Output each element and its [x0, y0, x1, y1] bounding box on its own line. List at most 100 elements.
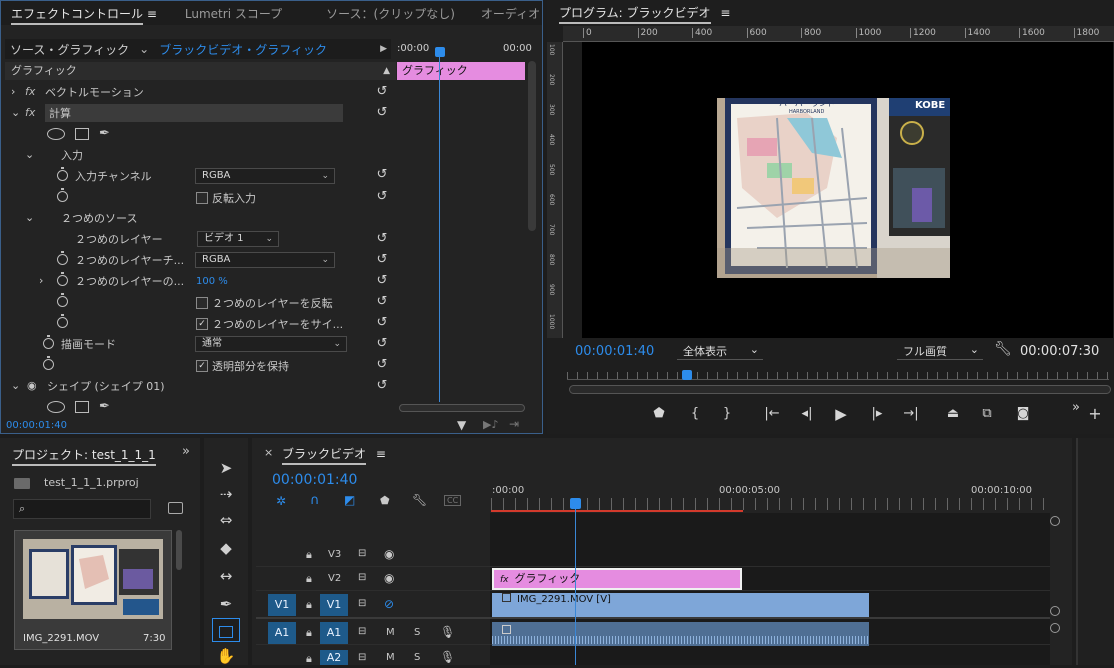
- second-layer-dropdown[interactable]: ビデオ 1 ⌄: [197, 231, 279, 247]
- scrub-playhead[interactable]: [682, 370, 692, 380]
- chevron-right-icon[interactable]: ›: [11, 85, 25, 98]
- play-icon[interactable]: ▶: [831, 404, 851, 424]
- chevron-down-icon[interactable]: ⌄: [11, 106, 25, 119]
- timeline-playhead-marker[interactable]: [570, 498, 581, 509]
- rectangle-mask-icon[interactable]: [75, 400, 89, 413]
- stopwatch-icon[interactable]: [57, 188, 68, 202]
- shape-row[interactable]: ⌄ ◉ シェイプ (シェイプ 01): [11, 375, 165, 396]
- video-clip[interactable]: IMG_2291.MOV [V]: [492, 593, 869, 617]
- microphone-icon[interactable]: 🎙︎: [440, 650, 455, 664]
- reset-icon[interactable]: ↺: [375, 232, 389, 246]
- vertical-zoom-top[interactable]: [1050, 516, 1060, 526]
- chevron-down-icon[interactable]: ⌄: [11, 379, 27, 392]
- insert-sequence-icon[interactable]: ◩: [344, 493, 355, 507]
- tab-source[interactable]: ソース：(クリップなし): [316, 5, 465, 22]
- audio-clip[interactable]: [492, 622, 869, 646]
- razor-tool-icon[interactable]: ◆: [212, 536, 240, 560]
- new-bin-icon[interactable]: [168, 502, 183, 514]
- mark-out-icon[interactable]: }: [717, 404, 737, 424]
- graphic-clip[interactable]: fx グラフィック: [492, 568, 742, 590]
- step-back-icon[interactable]: ◂|: [797, 404, 817, 424]
- rectangle-tool-icon[interactable]: [212, 618, 240, 642]
- add-marker-icon[interactable]: ⬟: [380, 494, 390, 507]
- reset-icon[interactable]: ↺: [375, 168, 389, 182]
- scrub-ruler[interactable]: [567, 372, 1109, 380]
- ec-playhead-marker[interactable]: [435, 47, 445, 57]
- reset-icon[interactable]: ↺: [375, 85, 389, 99]
- solo-button[interactable]: S: [414, 627, 420, 638]
- track-target-a1[interactable]: A1: [320, 622, 348, 644]
- timeline-timecode[interactable]: 00:00:01:40: [272, 472, 357, 488]
- sync-lock-icon[interactable]: ⊟: [358, 652, 366, 663]
- step-forward-icon[interactable]: |▸: [867, 404, 887, 424]
- invert-input-checkbox[interactable]: 反転入力: [196, 187, 256, 208]
- panel-menu-icon[interactable]: ≡: [376, 447, 386, 461]
- eye-hidden-icon[interactable]: ⊘: [384, 597, 394, 611]
- reset-icon[interactable]: ↺: [375, 253, 389, 267]
- collapse-icon[interactable]: ▲: [383, 62, 390, 80]
- mute-button[interactable]: M: [386, 627, 395, 638]
- timeline-wrench-icon[interactable]: 🔧︎: [412, 493, 427, 507]
- chevron-down-icon[interactable]: ⌄: [25, 148, 61, 161]
- reset-icon[interactable]: ↺: [375, 295, 389, 309]
- fit-dropdown[interactable]: 全体表示 ⌄: [677, 343, 763, 360]
- eye-icon[interactable]: ◉: [27, 379, 47, 392]
- eye-icon[interactable]: ◉: [384, 571, 394, 585]
- export-icon[interactable]: ⇥: [509, 417, 519, 431]
- export-frame-camera-icon[interactable]: ◙: [1013, 404, 1033, 424]
- checkbox-checked-icon[interactable]: ✓: [196, 317, 208, 330]
- reset-icon[interactable]: ↺: [375, 337, 389, 351]
- play-triangle-icon[interactable]: ▶: [380, 44, 387, 54]
- invert-second-checkbox[interactable]: ２つめのレイヤーを反転: [196, 292, 333, 313]
- vertical-zoom-bottom[interactable]: [1050, 623, 1060, 633]
- program-timecode[interactable]: 00:00:01:40: [575, 344, 654, 359]
- track-target-a2[interactable]: A2: [320, 650, 348, 665]
- sync-lock-icon[interactable]: ⊟: [358, 572, 366, 583]
- go-to-in-icon[interactable]: |←: [762, 404, 782, 424]
- preserve-alpha-checkbox[interactable]: ✓ 透明部分を保持: [196, 355, 289, 376]
- ellipse-mask-icon[interactable]: [47, 127, 65, 140]
- checkbox-icon[interactable]: [196, 191, 208, 204]
- calc-row[interactable]: ⌄ fx 計算: [11, 102, 343, 123]
- ec-clip-bar[interactable]: グラフィック: [397, 62, 525, 80]
- clip-thumbnail-card[interactable]: IMG_2291.MOV 7:30: [14, 530, 172, 650]
- lock-icon[interactable]: 🔒︎: [306, 626, 312, 640]
- stopwatch-icon[interactable]: [43, 356, 54, 370]
- reset-icon[interactable]: ↺: [375, 316, 389, 330]
- button-editor-plus-icon[interactable]: +: [1085, 404, 1105, 424]
- panel-menu-icon[interactable]: ≡: [720, 6, 730, 20]
- extract-icon[interactable]: ⧉: [977, 404, 997, 424]
- reset-icon[interactable]: ↺: [375, 379, 389, 393]
- ellipse-mask-icon[interactable]: [47, 400, 65, 413]
- pen-mask-icon[interactable]: ✒: [99, 399, 110, 414]
- captions-icon[interactable]: CC: [444, 495, 462, 506]
- wrench-icon[interactable]: 🔧︎: [994, 341, 1012, 357]
- hand-tool-icon[interactable]: ✋: [212, 644, 240, 668]
- lock-icon[interactable]: 🔒︎: [306, 598, 312, 612]
- project-scrollbar[interactable]: [176, 530, 182, 570]
- snap-icon[interactable]: ✲: [276, 494, 286, 508]
- checkbox-icon[interactable]: [196, 296, 208, 309]
- reset-icon[interactable]: ↺: [375, 190, 389, 204]
- input-channel-dropdown[interactable]: RGBA ⌄: [195, 168, 335, 184]
- selection-tool-icon[interactable]: ➤: [212, 456, 240, 480]
- checkbox-checked-icon[interactable]: ✓: [196, 359, 208, 372]
- mute-button[interactable]: M: [386, 652, 395, 663]
- reset-icon[interactable]: ↺: [375, 274, 389, 288]
- track-target-v1[interactable]: V1: [320, 594, 348, 616]
- chevron-right-icon[interactable]: ›: [39, 274, 57, 287]
- stretch-second-checkbox[interactable]: ✓ ２つめのレイヤーをサイ...: [196, 313, 343, 334]
- source-patch-v1[interactable]: V1: [268, 594, 296, 616]
- source-patch-a1[interactable]: A1: [268, 622, 296, 644]
- add-marker-icon[interactable]: ⬟: [649, 404, 669, 424]
- lock-icon[interactable]: 🔒︎: [306, 652, 312, 666]
- sync-lock-icon[interactable]: ⊟: [358, 626, 366, 637]
- lift-icon[interactable]: ⏏: [943, 404, 963, 424]
- tab-lumetri-scopes[interactable]: Lumetri スコープ: [175, 5, 292, 22]
- chevron-down-icon[interactable]: ⌄: [25, 211, 61, 224]
- ec-zoom-scrollbar[interactable]: [399, 404, 525, 412]
- more-controls-icon[interactable]: »: [1066, 398, 1086, 418]
- fx-icon[interactable]: fx: [25, 106, 45, 119]
- reset-icon[interactable]: ↺: [375, 106, 389, 120]
- solo-button[interactable]: S: [414, 652, 420, 663]
